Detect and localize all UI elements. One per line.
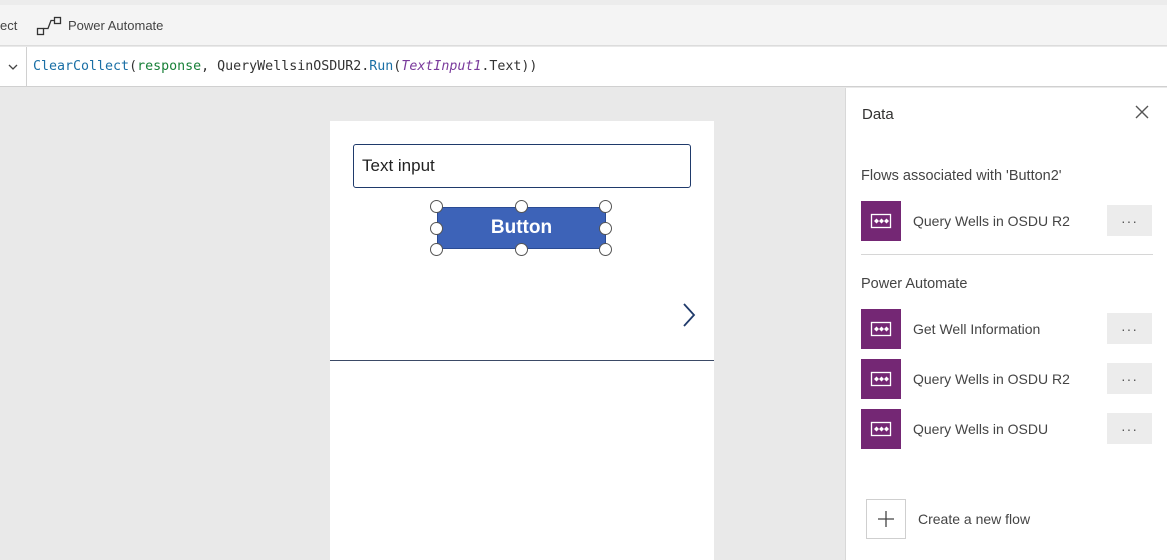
flow-icon [861, 359, 901, 399]
flow-item[interactable]: Query Wells in OSDU R2 ··· [861, 359, 1153, 399]
more-options-button[interactable]: ··· [1107, 363, 1152, 394]
formula-function: ClearCollect [33, 59, 130, 74]
flow-name: Query Wells in OSDU [913, 421, 1049, 437]
formula-bar: ClearCollect(response, QueryWellsinOSDUR… [0, 47, 1167, 87]
toolbar-item-connect[interactable]: ect [0, 5, 17, 46]
power-automate-button[interactable]: Power Automate [36, 5, 163, 46]
resize-handle-top-right[interactable] [599, 200, 612, 213]
formula-control-ref: TextInput1 [401, 59, 482, 74]
resize-handle-top[interactable] [515, 200, 528, 213]
more-options-button[interactable]: ··· [1107, 413, 1152, 444]
power-automate-label: Power Automate [68, 18, 164, 33]
app-button-label: Button [490, 217, 553, 238]
app-screen[interactable]: Text input Button [330, 121, 714, 560]
formula-collection: response [137, 59, 202, 74]
flow-name: Query Wells in OSDU R2 [913, 371, 1070, 387]
flow-item[interactable]: Query Wells in OSDU R2 ··· [861, 201, 1153, 241]
panel-title: Data [862, 106, 894, 123]
flow-diamond-icon [870, 213, 892, 229]
selected-button-wrapper[interactable]: Button [430, 200, 612, 256]
formula-input[interactable]: ClearCollect(response, QueryWellsinOSDUR… [33, 59, 537, 74]
resize-handle-left[interactable] [430, 222, 443, 235]
resize-handle-bottom-right[interactable] [599, 243, 612, 256]
power-automate-icon [36, 16, 62, 35]
flow-item[interactable]: Get Well Information ··· [861, 309, 1153, 349]
close-icon[interactable] [1134, 104, 1150, 120]
text-input-control[interactable]: Text input [353, 144, 691, 188]
plus-icon [878, 511, 894, 527]
resize-handle-top-left[interactable] [430, 200, 443, 213]
design-canvas: Text input Button [0, 88, 845, 560]
flow-name: Get Well Information [913, 321, 1041, 337]
formula-property: .Text)) [481, 59, 538, 74]
chevron-right-icon[interactable] [682, 302, 696, 328]
flow-diamond-icon [870, 321, 892, 337]
screen-divider [330, 360, 714, 361]
text-input-value: Text input [362, 156, 435, 175]
property-dropdown[interactable] [0, 47, 27, 87]
flow-icon [861, 201, 901, 241]
resize-handle-bottom-left[interactable] [430, 243, 443, 256]
associated-flows-heading: Flows associated with 'Button2' [861, 168, 1062, 184]
toolbar-item-connect-label: ect [0, 18, 18, 33]
section-divider [861, 254, 1153, 255]
data-panel: Data Flows associated with 'Button2' Que… [845, 88, 1167, 560]
formula-run: Run [369, 59, 394, 74]
resize-handle-bottom[interactable] [515, 243, 528, 256]
flow-name: Query Wells in OSDU R2 [913, 213, 1070, 229]
formula-flow-ref: , QueryWellsinOSDUR2. [201, 59, 370, 74]
more-options-button[interactable]: ··· [1107, 205, 1152, 236]
flow-item[interactable]: Query Wells in OSDU ··· [861, 409, 1153, 449]
flow-icon [861, 409, 901, 449]
flow-icon [861, 309, 901, 349]
create-new-flow-label: Create a new flow [918, 511, 1031, 527]
create-new-flow-button[interactable]: Create a new flow [866, 499, 1066, 539]
more-options-button[interactable]: ··· [1107, 313, 1152, 344]
toolbar: ect Power Automate [0, 0, 1167, 46]
flow-diamond-icon [870, 421, 892, 437]
power-automate-heading: Power Automate [861, 276, 968, 292]
resize-handle-right[interactable] [599, 222, 612, 235]
chevron-down-icon [8, 64, 18, 70]
plus-icon-box [866, 499, 906, 539]
flow-diamond-icon [870, 371, 892, 387]
formula-paren-open: ( [129, 59, 138, 74]
